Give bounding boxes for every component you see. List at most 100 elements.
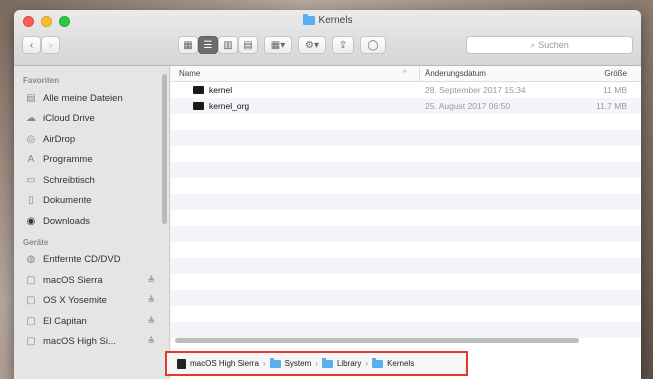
gear-icon: ⚙▾	[305, 39, 319, 51]
arrange-button[interactable]: ▦▾	[264, 36, 292, 54]
empty-row	[171, 306, 641, 322]
view-coverflow-button[interactable]: ▤	[238, 36, 258, 54]
path-bar: macOS High Sierra › System › Library › K…	[165, 351, 468, 376]
empty-row	[171, 226, 641, 242]
sidebar-header-favorites: Favoriten	[23, 76, 60, 85]
file-date: 28. September 2017 15:34	[425, 85, 526, 95]
path-item-volume[interactable]: macOS High Sierra	[190, 359, 259, 368]
share-icon: ⇪	[338, 39, 348, 51]
sidebar-item-desktop[interactable]: ▭ Schreibtisch	[14, 170, 169, 191]
file-name: kernel	[209, 85, 233, 95]
empty-row	[171, 322, 641, 338]
sidebar-item-macos-high-sierra[interactable]: ▢ macOS High Si... ≜	[14, 332, 169, 353]
folder-icon	[302, 14, 315, 25]
disk-icon: ▢	[26, 315, 36, 327]
file-size: 11 MB	[603, 85, 627, 95]
executable-file-icon	[193, 86, 204, 94]
coverflow-icon: ▤	[243, 39, 253, 51]
sidebar-item-os-x-yosemite[interactable]: ▢ OS X Yosemite ≜	[14, 291, 169, 312]
sidebar-item-remote-disc[interactable]: ◍ Entfernte CD/DVD	[14, 250, 169, 271]
path-item-system[interactable]: System	[285, 359, 312, 368]
search-icon: ⌕	[530, 39, 536, 50]
columns-icon: ▥	[223, 39, 233, 51]
toolbar: ‹ › ▦ ☰ ▥ ▤ ▦▾ ⚙▾ ⇪ ◯ ⌕ Suchen	[14, 36, 641, 58]
view-icons-button[interactable]: ▦	[178, 36, 198, 54]
file-name: kernel_org	[209, 101, 250, 111]
downloads-icon: ◉	[26, 215, 36, 227]
search-placeholder: Suchen	[538, 40, 569, 50]
empty-row	[171, 210, 641, 226]
documents-icon: ▯	[28, 195, 34, 207]
empty-row	[171, 162, 641, 178]
sidebar-item-airdrop[interactable]: ◎ AirDrop	[14, 129, 169, 150]
column-date-modified[interactable]: Änderungsdatum	[419, 65, 486, 82]
path-separator: ›	[262, 359, 266, 368]
remote-disc-icon: ◍	[26, 254, 36, 266]
sidebar-item-applications[interactable]: A Programme	[14, 150, 169, 171]
sort-arrow-icon: ^	[403, 70, 407, 77]
sidebar-header-devices: Geräte	[23, 237, 49, 247]
sidebar-item-all-files[interactable]: ▤ Alle meine Dateien	[14, 88, 169, 109]
sidebar-item-el-capitan[interactable]: ▢ El Capitan ≜	[14, 311, 169, 332]
empty-row	[171, 178, 641, 194]
sidebar-item-icloud[interactable]: ☁ iCloud Drive	[14, 109, 169, 130]
eject-icon[interactable]: ≜	[147, 275, 155, 286]
window-title: Kernels	[14, 14, 641, 26]
folder-icon	[269, 357, 281, 368]
path-separator: ›	[315, 359, 318, 368]
path-separator: ›	[365, 359, 369, 368]
disk-icon: ▢	[26, 336, 36, 348]
file-list: Name ^ Änderungsdatum Größe kernel 28. S…	[165, 65, 641, 379]
tags-button[interactable]: ◯	[360, 36, 386, 54]
share-button[interactable]: ⇪	[332, 36, 354, 54]
column-name[interactable]: Name	[179, 69, 200, 78]
eject-icon[interactable]: ≜	[147, 316, 155, 327]
desktop-icon: ▭	[26, 174, 36, 186]
disk-icon: ▢	[26, 295, 36, 307]
empty-row	[171, 114, 641, 130]
hard-disk-icon	[177, 358, 186, 369]
tag-icon: ◯	[367, 39, 379, 51]
folder-icon	[321, 357, 333, 368]
file-rows: kernel 28. September 2017 15:34 11 MB ke…	[171, 82, 641, 345]
applications-icon: A	[27, 154, 35, 166]
back-button[interactable]: ‹	[22, 36, 41, 54]
horizontal-scrollbar[interactable]	[175, 338, 579, 343]
view-columns-button[interactable]: ▥	[218, 36, 238, 54]
airdrop-icon: ◎	[26, 133, 36, 145]
arrange-icon: ▦▾	[270, 39, 286, 51]
finder-window: Kernels ‹ › ▦ ☰ ▥ ▤ ▦▾ ⚙▾ ⇪ ◯ ⌕ Suchen F…	[14, 10, 641, 379]
sidebar: Favoriten ▤ Alle meine Dateien ☁ iCloud Dr…	[14, 66, 170, 379]
list-icon: ☰	[203, 39, 213, 51]
view-list-button[interactable]: ☰	[198, 36, 218, 54]
path-item-kernels[interactable]: Kernels	[387, 359, 414, 368]
file-date: 25. August 2017 06:50	[425, 101, 511, 111]
eject-icon[interactable]: ≜	[147, 295, 155, 306]
search-field[interactable]: ⌕ Suchen	[466, 36, 633, 54]
sidebar-scrollbar[interactable]	[162, 74, 167, 224]
empty-row	[171, 290, 641, 306]
disk-icon: ▢	[26, 274, 36, 286]
all-files-icon: ▤	[26, 92, 36, 104]
empty-row	[171, 242, 641, 258]
sidebar-item-downloads[interactable]: ◉ Downloads	[14, 211, 169, 232]
eject-icon[interactable]: ≜	[147, 336, 155, 347]
column-size[interactable]: Größe	[604, 69, 627, 78]
path-item-library[interactable]: Library	[337, 359, 361, 368]
sidebar-item-documents[interactable]: ▯ Dokumente	[14, 191, 169, 212]
table-row[interactable]: kernel 28. September 2017 15:34 11 MB	[171, 82, 641, 98]
empty-row	[171, 274, 641, 290]
empty-row	[171, 194, 641, 210]
empty-row	[171, 258, 641, 274]
file-size: 11,7 MB	[595, 101, 627, 111]
window-title-text: Kernels	[318, 15, 353, 26]
column-header: Name ^ Änderungsdatum Größe	[171, 65, 641, 82]
grid-icon: ▦	[183, 39, 193, 51]
sidebar-item-macos-sierra[interactable]: ▢ macOS Sierra ≜	[14, 270, 169, 291]
folder-icon	[372, 357, 384, 368]
table-row[interactable]: kernel_org 25. August 2017 06:50 11,7 MB	[171, 98, 641, 114]
empty-row	[171, 130, 641, 146]
forward-button[interactable]: ›	[41, 36, 60, 54]
action-button[interactable]: ⚙▾	[298, 36, 326, 54]
executable-file-icon	[193, 102, 204, 110]
